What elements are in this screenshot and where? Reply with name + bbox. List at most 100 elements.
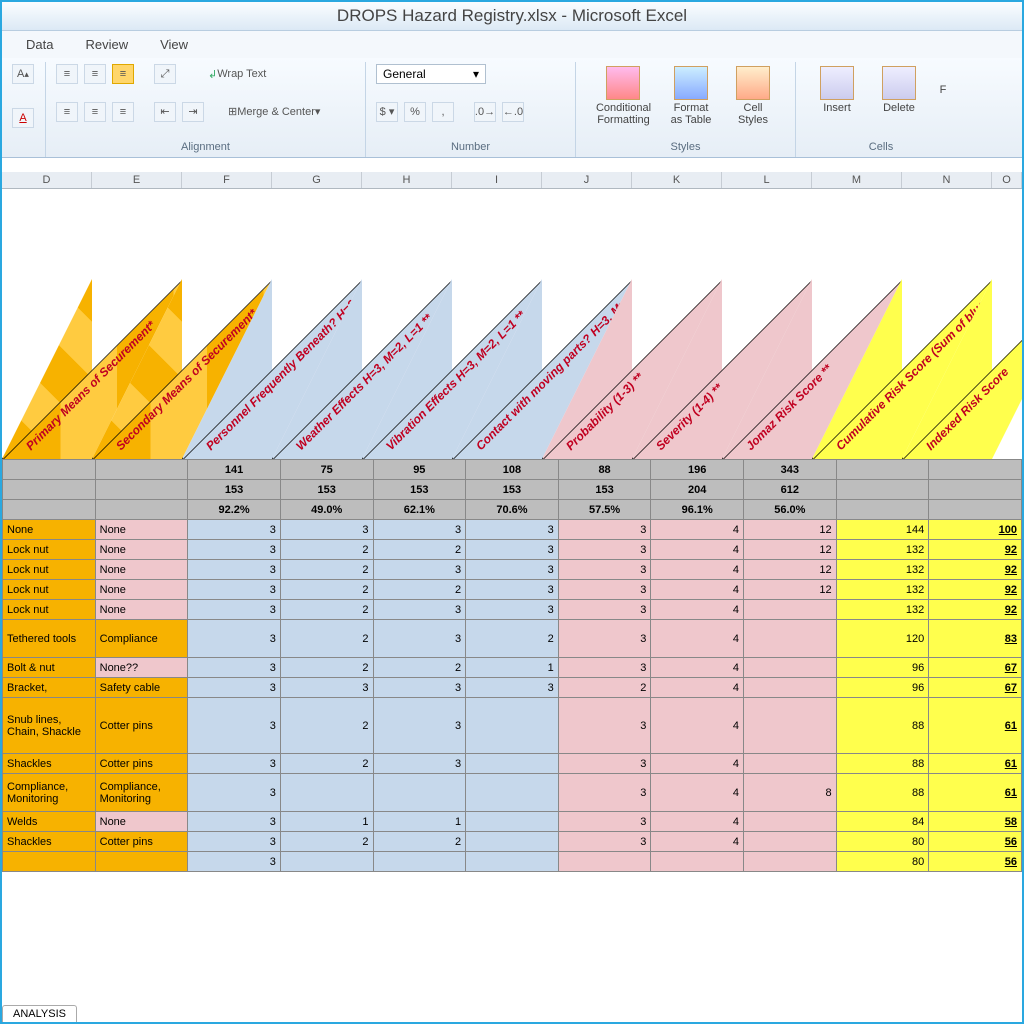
conditional-formatting[interactable]: Conditional Formatting bbox=[590, 64, 657, 128]
summary-cell[interactable] bbox=[929, 460, 1022, 480]
data-cell[interactable]: 3 bbox=[466, 600, 559, 620]
summary-cell[interactable]: 153 bbox=[188, 480, 281, 500]
data-cell[interactable]: 1 bbox=[466, 658, 559, 678]
data-cell[interactable]: 88 bbox=[836, 698, 929, 754]
data-cell[interactable]: 132 bbox=[836, 540, 929, 560]
data-cell[interactable] bbox=[3, 852, 96, 872]
data-cell[interactable]: Shackles bbox=[3, 754, 96, 774]
data-cell[interactable]: 3 bbox=[466, 678, 559, 698]
data-cell[interactable]: 3 bbox=[188, 678, 281, 698]
data-cell[interactable]: 3 bbox=[188, 600, 281, 620]
data-cell[interactable]: 2 bbox=[373, 540, 466, 560]
col-header[interactable]: M bbox=[812, 172, 902, 188]
sheet-tab-analysis[interactable]: ANALYSIS bbox=[2, 1005, 77, 1022]
summary-cell[interactable]: 153 bbox=[280, 480, 373, 500]
data-cell[interactable]: 100 bbox=[929, 520, 1022, 540]
summary-cell[interactable]: 75 bbox=[280, 460, 373, 480]
comma[interactable]: , bbox=[432, 102, 454, 122]
summary-cell[interactable]: 153 bbox=[373, 480, 466, 500]
summary-cell[interactable]: 57.5% bbox=[558, 500, 651, 520]
data-cell[interactable]: 96 bbox=[836, 658, 929, 678]
data-cell[interactable] bbox=[558, 852, 651, 872]
cell-styles[interactable]: Cell Styles bbox=[725, 64, 781, 128]
data-cell[interactable]: 4 bbox=[651, 580, 744, 600]
data-cell[interactable]: 3 bbox=[188, 852, 281, 872]
data-cell[interactable]: 3 bbox=[558, 520, 651, 540]
data-cell[interactable]: 3 bbox=[373, 698, 466, 754]
data-cell[interactable]: 3 bbox=[558, 812, 651, 832]
data-cell[interactable]: 3 bbox=[373, 620, 466, 658]
align-right[interactable]: ≡ bbox=[112, 102, 134, 122]
col-header[interactable]: N bbox=[902, 172, 992, 188]
summary-cell[interactable] bbox=[3, 480, 96, 500]
summary-cell[interactable]: 153 bbox=[558, 480, 651, 500]
summary-cell[interactable]: 95 bbox=[373, 460, 466, 480]
data-cell[interactable]: Snub lines, Chain, Shackle bbox=[3, 698, 96, 754]
data-cell[interactable] bbox=[744, 852, 837, 872]
data-cell[interactable]: Cotter pins bbox=[95, 832, 188, 852]
col-header[interactable]: O bbox=[992, 172, 1022, 188]
data-cell[interactable]: Bracket, bbox=[3, 678, 96, 698]
data-cell[interactable]: 67 bbox=[929, 658, 1022, 678]
col-header[interactable]: J bbox=[542, 172, 632, 188]
data-cell[interactable]: 144 bbox=[836, 520, 929, 540]
summary-cell[interactable] bbox=[3, 460, 96, 480]
summary-cell[interactable] bbox=[836, 500, 929, 520]
data-cell[interactable] bbox=[95, 852, 188, 872]
data-cell[interactable]: 3 bbox=[466, 540, 559, 560]
data-cell[interactable]: 2 bbox=[280, 754, 373, 774]
summary-cell[interactable]: 204 bbox=[651, 480, 744, 500]
orientation[interactable]: ⤢ bbox=[154, 64, 176, 84]
summary-cell[interactable]: 88 bbox=[558, 460, 651, 480]
data-cell[interactable]: 12 bbox=[744, 580, 837, 600]
col-header[interactable]: I bbox=[452, 172, 542, 188]
data-cell[interactable]: 120 bbox=[836, 620, 929, 658]
menu-review[interactable]: Review bbox=[85, 37, 128, 52]
col-header[interactable]: K bbox=[632, 172, 722, 188]
align-top[interactable]: ≡ bbox=[56, 64, 78, 84]
data-cell[interactable]: 4 bbox=[651, 600, 744, 620]
sheet-tabs[interactable]: ANALYSIS bbox=[2, 1005, 77, 1022]
data-cell[interactable]: 3 bbox=[558, 580, 651, 600]
data-cell[interactable]: None bbox=[95, 600, 188, 620]
indent-dec[interactable]: ⇤ bbox=[154, 102, 176, 122]
summary-cell[interactable] bbox=[836, 460, 929, 480]
data-cell[interactable]: 4 bbox=[651, 540, 744, 560]
data-cell[interactable]: 2 bbox=[466, 620, 559, 658]
align-bot[interactable]: ≡ bbox=[112, 64, 134, 84]
data-cell[interactable]: None bbox=[95, 812, 188, 832]
data-cell[interactable] bbox=[744, 600, 837, 620]
data-cell[interactable]: Compliance, Monitoring bbox=[3, 774, 96, 812]
data-cell[interactable]: 2 bbox=[373, 832, 466, 852]
summary-cell[interactable]: 153 bbox=[466, 480, 559, 500]
data-cell[interactable]: 12 bbox=[744, 540, 837, 560]
data-cell[interactable]: 88 bbox=[836, 754, 929, 774]
data-cell[interactable]: 3 bbox=[373, 754, 466, 774]
data-cell[interactable]: 132 bbox=[836, 560, 929, 580]
data-cell[interactable]: 4 bbox=[651, 620, 744, 658]
summary-cell[interactable]: 343 bbox=[744, 460, 837, 480]
data-cell[interactable]: None bbox=[3, 520, 96, 540]
summary-cell[interactable] bbox=[95, 500, 188, 520]
col-header[interactable]: E bbox=[92, 172, 182, 188]
data-cell[interactable]: 61 bbox=[929, 754, 1022, 774]
merge-center[interactable]: ⊞ Merge & Center ▾ bbox=[222, 102, 326, 122]
summary-cell[interactable]: 612 bbox=[744, 480, 837, 500]
data-cell[interactable]: 61 bbox=[929, 774, 1022, 812]
data-cell[interactable]: 1 bbox=[280, 812, 373, 832]
data-cell[interactable]: 61 bbox=[929, 698, 1022, 754]
data-cell[interactable]: 3 bbox=[558, 832, 651, 852]
format-as-table[interactable]: Format as Table bbox=[663, 64, 719, 128]
data-cell[interactable]: Tethered tools bbox=[3, 620, 96, 658]
data-cell[interactable]: 2 bbox=[280, 560, 373, 580]
data-cell[interactable]: 3 bbox=[188, 520, 281, 540]
data-cell[interactable]: 3 bbox=[558, 600, 651, 620]
align-center[interactable]: ≡ bbox=[84, 102, 106, 122]
data-cell[interactable]: 84 bbox=[836, 812, 929, 832]
data-cell[interactable]: 3 bbox=[558, 658, 651, 678]
col-header[interactable]: D bbox=[2, 172, 92, 188]
data-cell[interactable]: 67 bbox=[929, 678, 1022, 698]
menu-data[interactable]: Data bbox=[26, 37, 53, 52]
data-cell[interactable]: Bolt & nut bbox=[3, 658, 96, 678]
percent[interactable]: % bbox=[404, 102, 426, 122]
